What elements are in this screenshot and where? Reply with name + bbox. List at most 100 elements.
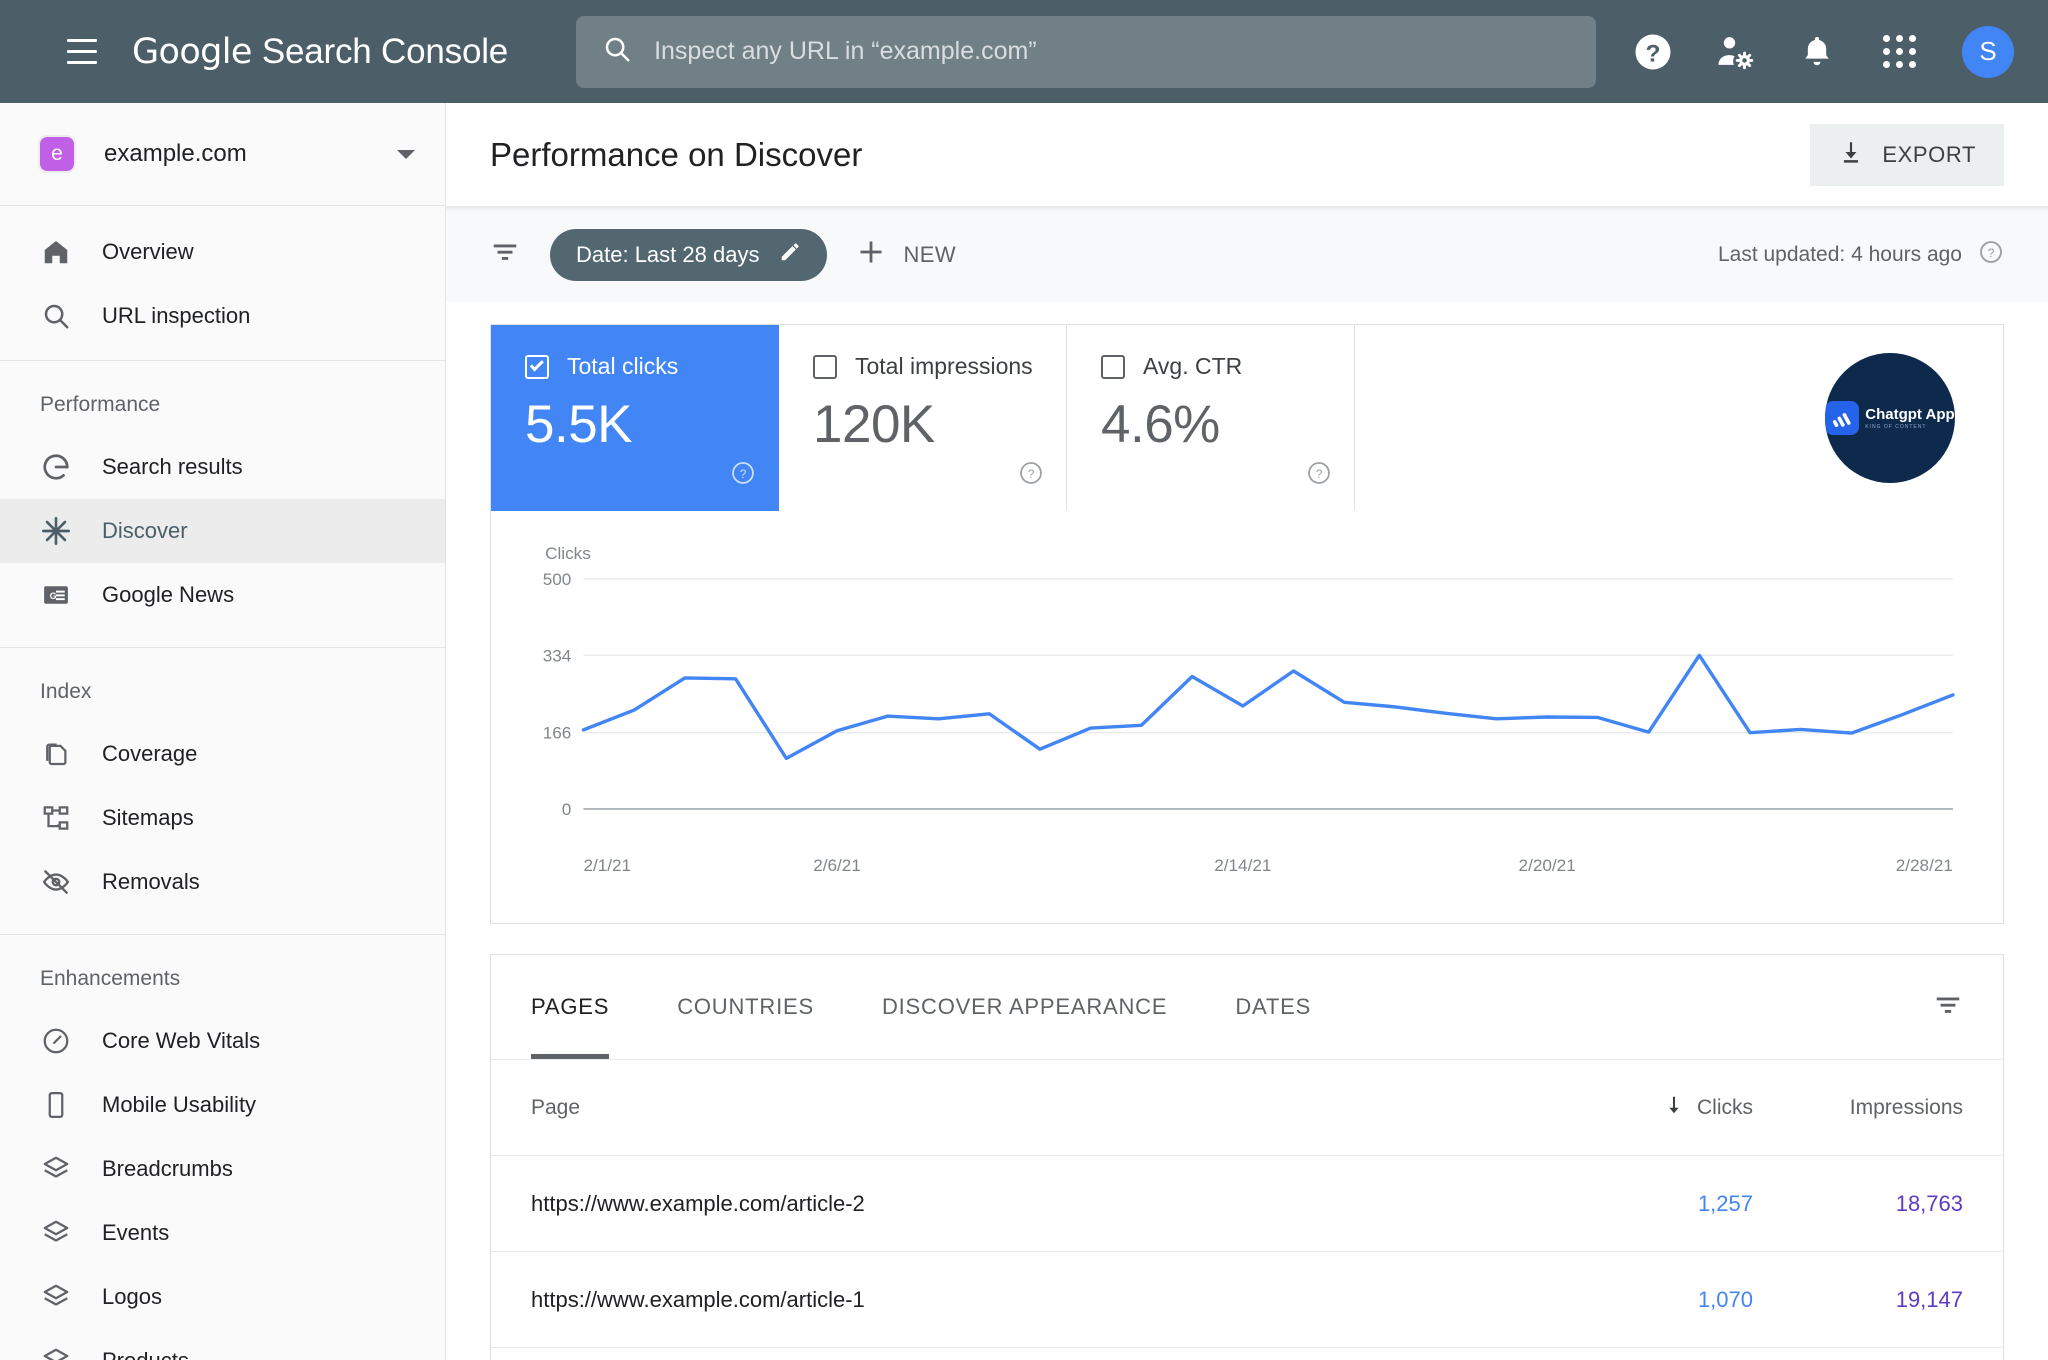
svg-text:?: ? bbox=[1028, 467, 1035, 481]
nav-group-enhancements: Enhancements Core Web Vitals Mobile Usab… bbox=[0, 935, 445, 1360]
layers-icon bbox=[40, 1217, 72, 1249]
cell-page[interactable]: https://www.example.com/article-1 bbox=[531, 1287, 1543, 1313]
hamburger-menu-icon[interactable] bbox=[54, 24, 110, 80]
help-icon[interactable]: ? bbox=[1306, 460, 1332, 491]
metric-checkbox[interactable] bbox=[1101, 354, 1125, 379]
sidebar-item-products[interactable]: Products bbox=[0, 1329, 445, 1360]
metric-checkbox[interactable] bbox=[525, 354, 549, 379]
sidebar-item-label: URL inspection bbox=[102, 303, 251, 328]
google-news-icon: G bbox=[40, 579, 72, 611]
speedometer-icon bbox=[40, 1025, 72, 1057]
clicks-line-chart: 0 166 334 500 2/1/21 2/6/21 2/14/21 2/20/21 2/2… bbox=[491, 511, 2003, 923]
sidebar-item-url-inspection[interactable]: URL inspection bbox=[0, 284, 445, 348]
sidebar-item-breadcrumbs[interactable]: Breadcrumbs bbox=[0, 1137, 445, 1201]
nav-group-index: Index Coverage Sitemaps Removals bbox=[0, 648, 445, 935]
date-range-chip[interactable]: Date: Last 28 days bbox=[550, 228, 828, 281]
property-selector[interactable]: e example.com bbox=[0, 103, 445, 206]
metric-total-clicks[interactable]: Total clicks 5.5K ? bbox=[491, 325, 779, 511]
sidebar-item-events[interactable]: Events bbox=[0, 1201, 445, 1265]
chatgpt-app-watermark: Chatgpt App KING OF CONTENT bbox=[1825, 353, 1955, 483]
sidebar-item-label: Overview bbox=[102, 239, 194, 264]
help-icon[interactable]: ? bbox=[1630, 29, 1676, 75]
user-settings-icon[interactable] bbox=[1712, 29, 1758, 75]
chevron-down-icon[interactable] bbox=[397, 149, 415, 159]
layers-icon bbox=[40, 1281, 72, 1313]
export-button[interactable]: EXPORT bbox=[1810, 123, 2004, 186]
watermark-title2: App bbox=[1925, 405, 1955, 423]
help-icon[interactable]: ? bbox=[730, 460, 756, 491]
home-icon bbox=[40, 236, 72, 268]
metric-value: 120K bbox=[813, 395, 935, 454]
chart-data-line bbox=[581, 653, 1955, 761]
sidebar: e example.com Overview URL inspection Pe… bbox=[0, 103, 446, 1360]
url-inspection-search-box[interactable] bbox=[576, 15, 1597, 88]
tab-dates[interactable]: DATES bbox=[1235, 955, 1311, 1059]
sidebar-item-label: Mobile Usability bbox=[102, 1092, 257, 1117]
property-name: example.com bbox=[104, 140, 247, 167]
svg-text:0: 0 bbox=[562, 800, 572, 819]
metric-checkbox[interactable] bbox=[813, 354, 837, 379]
svg-text:?: ? bbox=[1316, 467, 1323, 481]
sidebar-item-mobile-usability[interactable]: Mobile Usability bbox=[0, 1073, 445, 1137]
brand-product-label: Search Console bbox=[261, 31, 509, 71]
watermark-title: Chatgpt bbox=[1865, 405, 1922, 423]
property-badge: e bbox=[38, 135, 76, 173]
download-icon bbox=[1838, 139, 1864, 171]
apps-grid-icon[interactable] bbox=[1876, 29, 1922, 75]
dimension-tabs: PAGES COUNTRIES DISCOVER APPEARANCE DATE… bbox=[491, 955, 2003, 1059]
watermark-text: Chatgpt App KING OF CONTENT bbox=[1865, 407, 1954, 430]
cell-page[interactable]: https://www.example.com/article-2 bbox=[531, 1191, 1543, 1217]
sidebar-item-search-results[interactable]: Search results bbox=[0, 435, 445, 499]
svg-text:G: G bbox=[50, 591, 57, 601]
table-filter-icon[interactable] bbox=[1933, 990, 1963, 1025]
brand-google-label: Google bbox=[132, 31, 252, 72]
column-header-page[interactable]: Page bbox=[531, 1096, 1543, 1120]
notifications-bell-icon[interactable] bbox=[1794, 29, 1840, 75]
sidebar-item-removals[interactable]: Removals bbox=[0, 850, 445, 914]
sidebar-item-label: Google News bbox=[102, 582, 235, 607]
sidebar-item-discover[interactable]: Discover bbox=[0, 499, 445, 563]
sidebar-item-coverage[interactable]: Coverage bbox=[0, 722, 445, 786]
clicks-chart-svg: 0 166 334 500 2/1/21 2/6/21 2/14/21 2/20/21 2/2… bbox=[543, 544, 1955, 875]
sidebar-item-logos[interactable]: Logos bbox=[0, 1265, 445, 1329]
metric-avg-ctr[interactable]: Avg. CTR 4.6% ? bbox=[1067, 325, 1355, 511]
sidebar-item-label: Products bbox=[102, 1348, 189, 1360]
tab-countries[interactable]: COUNTRIES bbox=[677, 955, 814, 1059]
google-g-icon bbox=[40, 451, 72, 483]
dimension-table-panel: PAGES COUNTRIES DISCOVER APPEARANCE DATE… bbox=[490, 954, 2004, 1360]
metric-label: Total impressions bbox=[855, 353, 1033, 379]
sidebar-item-label: Removals bbox=[102, 869, 200, 894]
svg-text:166: 166 bbox=[543, 724, 572, 743]
sidebar-item-overview[interactable]: Overview bbox=[0, 220, 445, 284]
search-input[interactable] bbox=[654, 37, 1571, 66]
help-icon[interactable]: ? bbox=[1978, 239, 2004, 271]
filter-toolbar: Date: Last 28 days NEW Last updated: 4 h… bbox=[446, 206, 2048, 302]
sidebar-item-google-news[interactable]: G Google News bbox=[0, 563, 445, 627]
date-range-label: Date: Last 28 days bbox=[576, 241, 760, 267]
help-icon[interactable]: ? bbox=[1018, 460, 1044, 491]
sidebar-item-sitemaps[interactable]: Sitemaps bbox=[0, 786, 445, 850]
avatar[interactable]: S bbox=[1962, 25, 2014, 78]
filter-list-icon[interactable] bbox=[490, 237, 520, 272]
metric-total-impressions[interactable]: Total impressions 120K ? bbox=[779, 325, 1067, 511]
performance-content: Total clicks 5.5K ? Total impressions 12… bbox=[446, 302, 2048, 1360]
sidebar-item-label: Discover bbox=[102, 518, 188, 543]
metric-label: Avg. CTR bbox=[1143, 353, 1243, 379]
pencil-edit-icon[interactable] bbox=[779, 241, 801, 269]
nav-group-title: Enhancements bbox=[40, 967, 181, 990]
cell-clicks: 1,070 bbox=[1697, 1286, 1753, 1312]
table-row[interactable]: https://www.example.com/article-1 1,070 … bbox=[491, 1251, 2003, 1347]
column-header-impressions[interactable]: Impressions bbox=[1753, 1096, 1963, 1120]
tab-pages[interactable]: PAGES bbox=[531, 955, 610, 1059]
sidebar-item-core-web-vitals[interactable]: Core Web Vitals bbox=[0, 1009, 445, 1073]
svg-text:334: 334 bbox=[543, 646, 572, 665]
svg-text:500: 500 bbox=[543, 570, 572, 589]
search-icon bbox=[602, 34, 632, 69]
column-header-clicks[interactable]: Clicks bbox=[1543, 1094, 1753, 1122]
sitemap-tree-icon bbox=[40, 802, 72, 834]
table-row[interactable]: https://www.example.com/article-5 987 12… bbox=[491, 1347, 2003, 1360]
new-filter-button[interactable]: NEW bbox=[857, 238, 956, 272]
sidebar-item-label: Core Web Vitals bbox=[102, 1028, 261, 1053]
tab-discover-appearance[interactable]: DISCOVER APPEARANCE bbox=[882, 955, 1167, 1059]
table-row[interactable]: https://www.example.com/article-2 1,257 … bbox=[491, 1155, 2003, 1251]
